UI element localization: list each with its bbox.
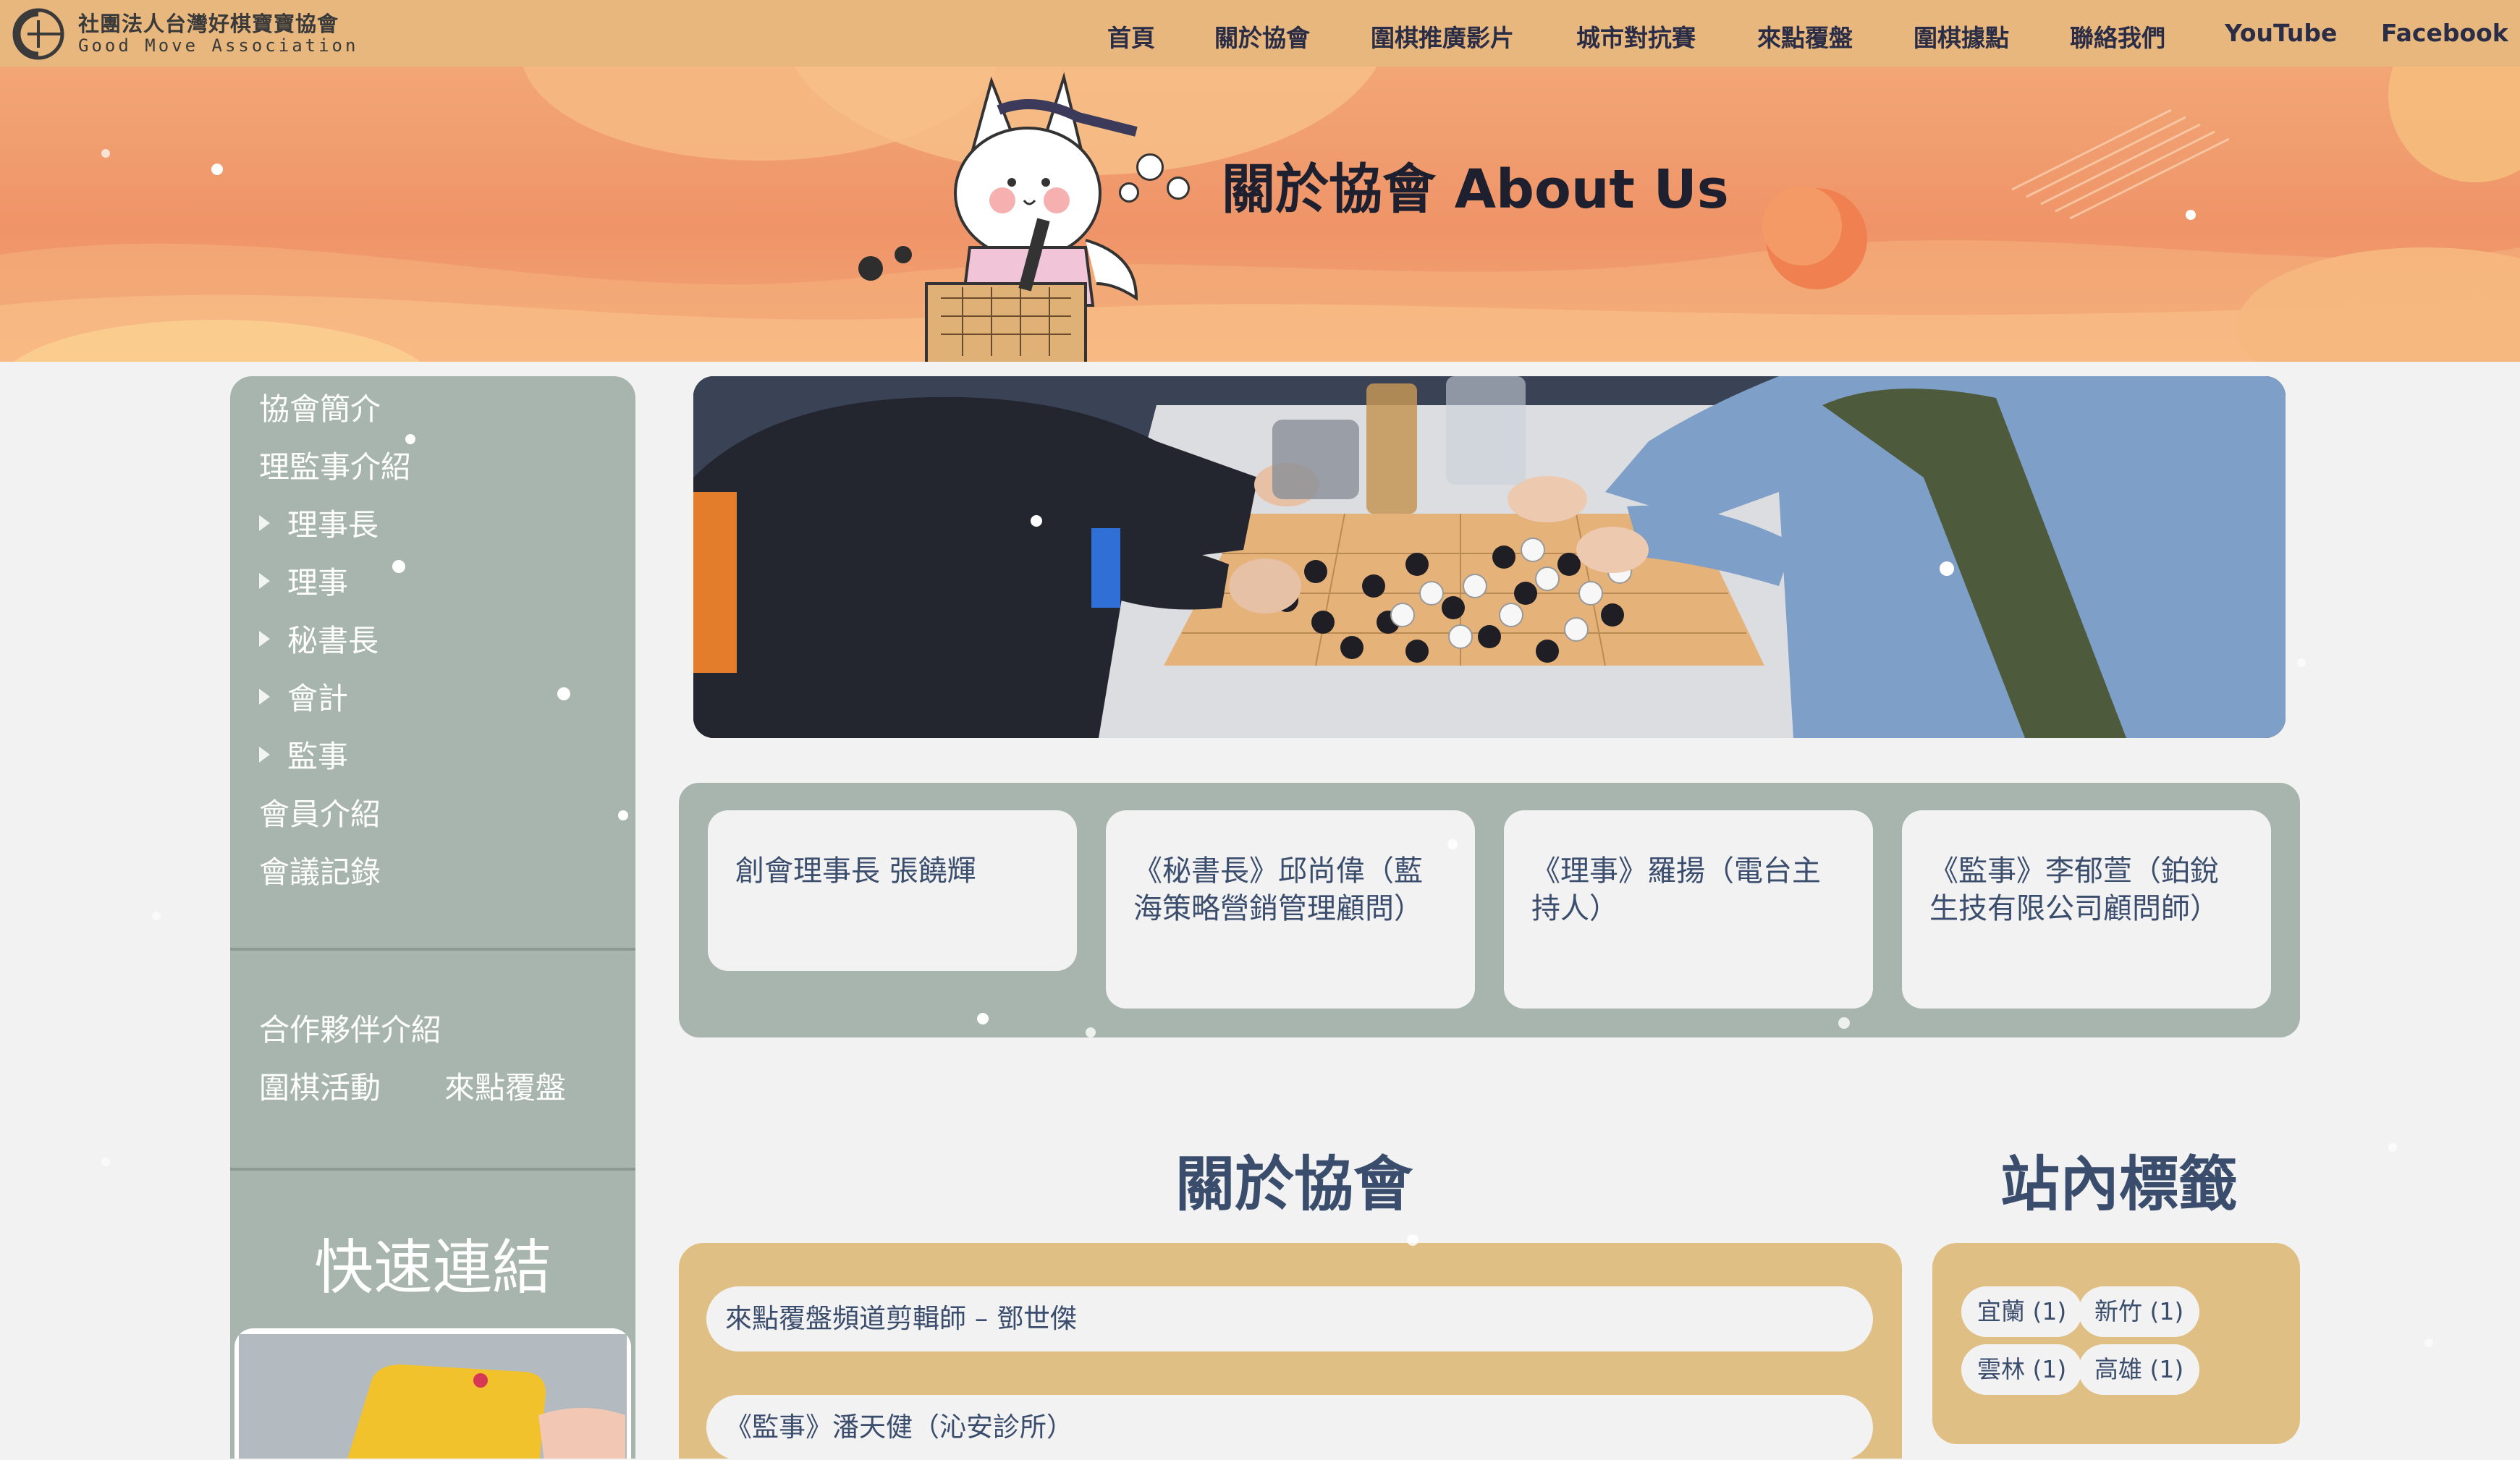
list-item[interactable]: 《監事》潘天健（沁安診所） bbox=[706, 1395, 1873, 1460]
photo-image bbox=[693, 376, 2286, 738]
about-section-title: 關於協會 bbox=[1175, 1150, 1413, 1219]
sidebar-item-supervisor[interactable]: 監事 bbox=[259, 732, 348, 776]
board-card[interactable]: 《秘書長》邱尚偉（藍海策略營銷管理顧問） bbox=[1106, 810, 1475, 1009]
sidebar-item-board[interactable]: 理監事介紹 bbox=[259, 443, 411, 487]
board-members-panel: 創會理事長 張饒輝 《秘書長》邱尚偉（藍海策略營銷管理顧問） 《理事》羅揚（電台… bbox=[679, 783, 2300, 1037]
sidebar-item-secretary[interactable]: 秘書長 bbox=[259, 616, 379, 661]
sidebar-item-chairman[interactable]: 理事長 bbox=[259, 501, 379, 545]
black-stone-icon bbox=[895, 246, 912, 263]
tag-yunlin[interactable]: 雲林 (1) bbox=[1961, 1344, 2083, 1395]
page-title: 關於協會 About Us bbox=[1222, 158, 1729, 221]
board-card[interactable]: 創會理事長 張饒輝 bbox=[708, 810, 1077, 971]
hero-banner: 關於協會 About Us bbox=[0, 67, 2520, 362]
sidebar-item-label: 理事長 bbox=[287, 507, 379, 543]
board-card[interactable]: 《理事》羅揚（電台主持人） bbox=[1504, 810, 1873, 1009]
nav-contact[interactable]: 聯絡我們 bbox=[2070, 19, 2165, 54]
quick-links-title: 快速連結 bbox=[313, 1234, 551, 1302]
sidebar-item-intro[interactable]: 協會簡介 bbox=[259, 385, 381, 429]
tag-cloud: 宜蘭 (1) 新竹 (1) 雲林 (1) 高雄 (1) bbox=[1932, 1243, 2300, 1444]
sidebar-divider bbox=[230, 1168, 635, 1171]
nav-locations[interactable]: 圍棋據點 bbox=[1914, 19, 2009, 54]
tag-hsinchu[interactable]: 新竹 (1) bbox=[2079, 1286, 2200, 1337]
snowflake-icon bbox=[2388, 1143, 2397, 1152]
sidebar-item-members[interactable]: 會員介紹 bbox=[259, 790, 381, 834]
sidebar-item-label: 監事 bbox=[287, 739, 349, 774]
nav-facebook[interactable]: Facebook bbox=[2381, 19, 2508, 47]
quick-link-image bbox=[239, 1334, 627, 1459]
nav-city-league[interactable]: 城市對抗賽 bbox=[1576, 19, 1696, 54]
sidebar-item-director[interactable]: 理事 bbox=[259, 559, 348, 603]
sidebar-divider bbox=[230, 948, 635, 951]
tag-kaohsiung[interactable]: 高雄 (1) bbox=[2079, 1344, 2200, 1395]
snowflake-icon bbox=[2424, 1338, 2433, 1347]
left-sidebar: 協會簡介 理監事介紹 理事長 理事 秘書長 會計 監事 會員介紹 會議記錄 合作… bbox=[230, 376, 635, 1459]
white-stone-icon bbox=[1136, 153, 1164, 181]
site-logo[interactable]: 社團法人台灣好棋寶寶協會 Good Move Association bbox=[10, 6, 358, 62]
sidebar-item-activities[interactable]: 圍棋活動 bbox=[259, 1064, 381, 1108]
sidebar-item-label: 秘書長 bbox=[287, 623, 379, 658]
board-card[interactable]: 《監事》李郁萱（鉑銳生技有限公司顧問師） bbox=[1902, 810, 2271, 1009]
logo-name-en: Good Move Association bbox=[78, 35, 359, 56]
sidebar-item-label: 理事 bbox=[287, 565, 349, 600]
caret-right-icon bbox=[259, 746, 270, 763]
nav-home[interactable]: 首頁 bbox=[1107, 19, 1155, 54]
caret-right-icon bbox=[259, 630, 270, 647]
sidebar-item-accountant[interactable]: 會計 bbox=[259, 674, 348, 718]
sidebar-item-minutes[interactable]: 會議記錄 bbox=[259, 848, 381, 892]
about-posts-list: 來點覆盤頻道剪輯師 – 鄧世傑 《監事》潘天健（沁安診所） bbox=[679, 1243, 1902, 1460]
quick-link-thumbnail[interactable] bbox=[234, 1328, 631, 1459]
caret-right-icon bbox=[259, 514, 270, 531]
logo-mark-icon bbox=[10, 6, 67, 62]
go-players-photo bbox=[693, 376, 2286, 738]
nav-about[interactable]: 關於協會 bbox=[1214, 19, 1310, 54]
top-navigation: 社團法人台灣好棋寶寶協會 Good Move Association 首頁 關於… bbox=[0, 0, 2520, 67]
sidebar-item-partners[interactable]: 合作夥伴介紹 bbox=[259, 1006, 441, 1050]
black-stone-icon bbox=[858, 256, 883, 281]
tags-section-title: 站內標籤 bbox=[2000, 1150, 2238, 1219]
caret-right-icon bbox=[259, 688, 270, 705]
nav-review[interactable]: 來點覆盤 bbox=[1757, 19, 1853, 54]
snowflake-icon bbox=[152, 912, 161, 920]
sidebar-item-review[interactable]: 來點覆盤 bbox=[444, 1064, 566, 1108]
white-stone-icon bbox=[1119, 182, 1139, 203]
nav-youtube[interactable]: YouTube bbox=[2225, 19, 2337, 47]
white-stone-icon bbox=[1167, 177, 1190, 200]
caret-right-icon bbox=[259, 572, 270, 589]
snowflake-icon bbox=[101, 1158, 110, 1166]
list-item[interactable]: 來點覆盤頻道剪輯師 – 鄧世傑 bbox=[706, 1286, 1873, 1351]
snowflake-icon bbox=[2297, 658, 2306, 667]
sidebar-item-label: 會計 bbox=[287, 681, 349, 716]
logo-name-cn: 社團法人台灣好棋寶寶協會 bbox=[78, 11, 339, 36]
mascot-illustration bbox=[925, 72, 1138, 362]
tag-yilan[interactable]: 宜蘭 (1) bbox=[1961, 1286, 2083, 1337]
nav-promo-videos[interactable]: 圍棋推廣影片 bbox=[1371, 19, 1514, 54]
